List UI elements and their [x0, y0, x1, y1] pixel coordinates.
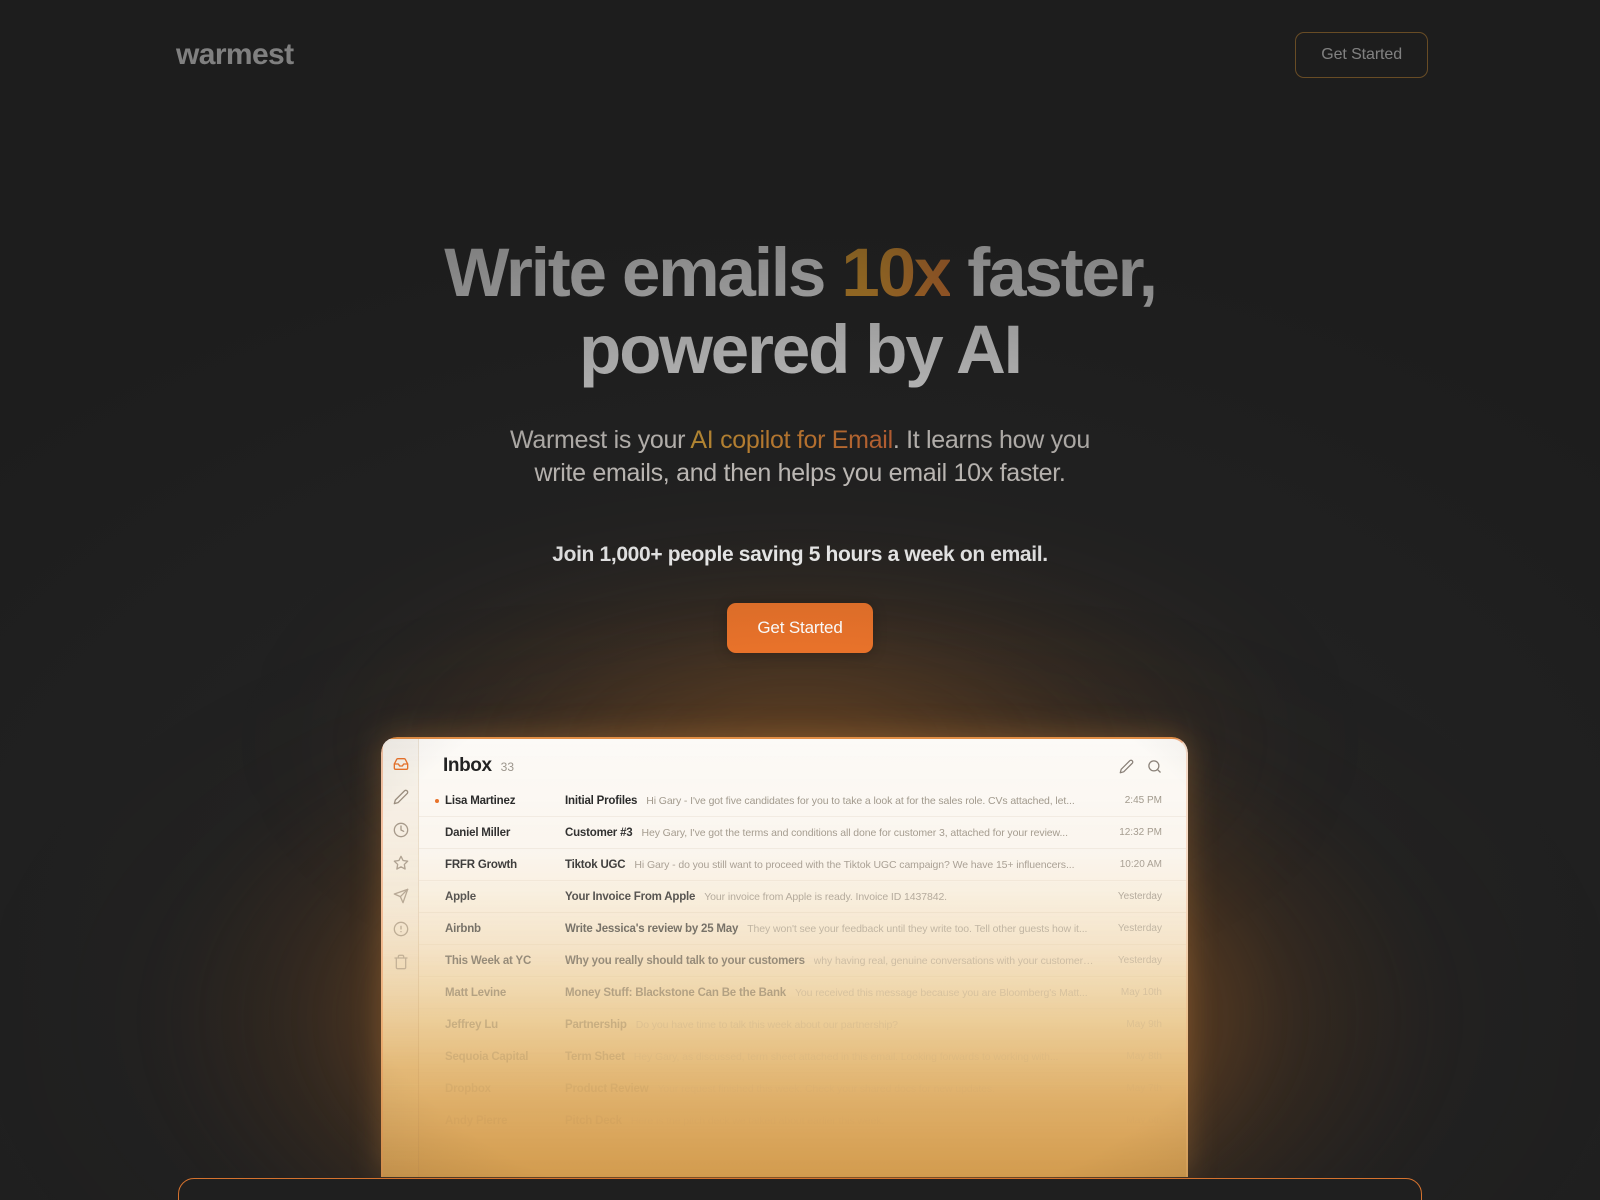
- table-row[interactable]: FRFR Growth Tiktok UGC Hi Gary - do you st…: [419, 849, 1186, 881]
- email-app-mockup: Inbox 33 Lisa Martinez Initial Profiles Hi…: [381, 737, 1188, 1177]
- email-subject: Tiktok UGC: [565, 858, 626, 871]
- email-subject: Write Jessica's review by 25 May: [565, 922, 739, 935]
- subtitle-line-2: write emails, and then helps you email 1…: [534, 459, 1066, 488]
- email-timestamp: 2:45 PM: [1124, 795, 1162, 806]
- table-row[interactable]: Dropbox Product Review Your request finish…: [419, 1073, 1186, 1105]
- email-subject: Pitch Deck: [565, 1115, 622, 1127]
- inbox-icon[interactable]: [393, 756, 409, 772]
- app-sidebar: [383, 739, 419, 1177]
- email-preview: You received this message because you ar…: [794, 986, 1088, 999]
- email-preview: They won't see your feedback until they …: [747, 922, 1088, 935]
- subtitle-part1: Warmest is your: [509, 426, 691, 455]
- email-preview: Hey Gary, I've got the terms and conditi…: [641, 826, 1068, 839]
- headline-text-part2: faster,: [950, 234, 1158, 311]
- email-list: Lisa Martinez Initial Profiles Hi Gary - I…: [419, 785, 1186, 1137]
- email-subject: Money Stuff: Blackstone Can Be the Bank: [565, 986, 786, 999]
- app-main-panel: Inbox 33 Lisa Martinez Initial Profiles Hi…: [419, 739, 1186, 1177]
- subtitle-highlight-copilot: AI copilot for Email: [690, 426, 893, 455]
- site-header: warmest Get Started: [0, 0, 1600, 110]
- table-row[interactable]: Sequoia Capital Term Sheet Hey Gary, as di…: [419, 1041, 1186, 1073]
- app-topbar: Inbox 33: [419, 739, 1186, 777]
- table-row[interactable]: Andy PierrePitch Deck Here is the pitch d…: [419, 1105, 1186, 1137]
- email-sender: FRFR Growth: [445, 858, 517, 871]
- unread-dot-icon: [435, 798, 439, 803]
- email-timestamp: 10:20 AM: [1119, 859, 1162, 870]
- email-timestamp: Yesterday: [1117, 955, 1162, 966]
- email-timestamp: May 9th: [1126, 1019, 1162, 1030]
- email-timestamp: 12:32 PM: [1119, 827, 1162, 838]
- email-subject: Initial Profiles: [565, 794, 638, 807]
- email-timestamp: May 7th: [1126, 1083, 1162, 1094]
- send-icon[interactable]: [393, 888, 409, 904]
- headline-text-part1: Write emails: [444, 234, 842, 311]
- email-preview: why having real, genuine conversations w…: [813, 954, 1098, 967]
- email-subject: Partnership: [565, 1018, 627, 1031]
- email-subject: Term Sheet: [565, 1050, 625, 1063]
- table-row[interactable]: Jeffrey Lu Partnership Do you have time to…: [419, 1009, 1186, 1041]
- hero-cta-wrapper: Get Started: [0, 602, 1600, 653]
- email-subject: Why you really should talk to your custo…: [565, 954, 805, 967]
- landing-page: warmest Get Started Write emails 10x fas…: [0, 0, 1600, 1200]
- page-title: Write emails 10x faster, powered by AI: [0, 234, 1600, 388]
- email-timestamp: May 8th: [1126, 1051, 1162, 1062]
- compose-pencil-icon[interactable]: [1119, 759, 1134, 774]
- pencil-icon[interactable]: [393, 789, 409, 805]
- next-section-preview: [178, 1178, 1422, 1200]
- email-sender: Sequoia Capital: [445, 1050, 529, 1063]
- subtitle-part2: . It learns how you: [892, 426, 1091, 455]
- table-row[interactable]: Daniel Miller Customer #3 Hey Gary, I've g…: [419, 817, 1186, 849]
- email-sender: This Week at YC: [445, 954, 532, 967]
- table-row[interactable]: Lisa Martinez Initial Profiles Hi Gary - I…: [419, 785, 1186, 817]
- headline-line-2: powered by AI: [579, 310, 1023, 388]
- social-proof-text: Join 1,000+ people saving 5 hours a week…: [552, 542, 1048, 566]
- email-preview: Do you have time to talk this week about…: [635, 1018, 898, 1031]
- search-icon[interactable]: [1147, 759, 1162, 774]
- email-preview: Hi Gary - I've got five candidates for y…: [646, 794, 1075, 807]
- email-timestamp: May 6th: [1098, 1115, 1162, 1126]
- table-row[interactable]: Airbnb Write Jessica's review by 25 May Th…: [419, 913, 1186, 945]
- email-sender: Matt Levine: [445, 986, 507, 999]
- header-get-started-button[interactable]: Get Started: [1295, 32, 1428, 78]
- email-timestamp: Yesterday: [1117, 923, 1162, 934]
- email-preview: Your request finished this week. Check y…: [657, 1082, 995, 1095]
- alert-circle-icon[interactable]: [393, 921, 409, 937]
- email-preview: Hi Gary - do you still want to proceed w…: [634, 858, 1075, 871]
- email-preview: Your invoice from Apple is ready. Invoic…: [704, 890, 947, 903]
- email-sender: Lisa Martinez: [445, 794, 516, 807]
- email-sender: Jeffrey Lu: [445, 1018, 498, 1031]
- email-subject: Product Review: [565, 1082, 649, 1095]
- headline-highlight-10x: 10x: [841, 234, 952, 311]
- table-row[interactable]: Apple Your Invoice From Apple Your invoice…: [419, 881, 1186, 913]
- email-sender: Dropbox: [445, 1082, 491, 1095]
- trash-icon[interactable]: [393, 954, 409, 970]
- inbox-count-badge: 33: [500, 760, 515, 774]
- hero-get-started-button[interactable]: Get Started: [727, 602, 873, 653]
- star-icon[interactable]: [393, 855, 409, 871]
- hero-subtitle: Warmest is your AI copilot for Email. It…: [0, 424, 1600, 491]
- email-timestamp: Yesterday: [1117, 891, 1162, 902]
- brand-logo[interactable]: warmest: [176, 38, 294, 72]
- email-preview: Here is the pitch deck we talked about e…: [631, 1115, 1098, 1127]
- clock-icon[interactable]: [393, 822, 409, 838]
- app-topbar-actions: [1119, 759, 1162, 774]
- unread-indicator-cell: [435, 798, 445, 803]
- email-timestamp: May 10th: [1120, 987, 1162, 998]
- email-sender: Airbnb: [445, 922, 481, 935]
- table-row[interactable]: Matt Levine Money Stuff: Blackstone Can B…: [419, 977, 1186, 1009]
- email-subject: Customer #3: [565, 826, 633, 839]
- table-row[interactable]: This Week at YC Why you really should tal…: [419, 945, 1186, 977]
- email-subject: Your Invoice From Apple: [565, 890, 696, 903]
- email-sender: Andy Pierre: [445, 1115, 565, 1127]
- email-sender: Daniel Miller: [445, 826, 511, 839]
- inbox-title-label: Inbox: [443, 755, 492, 776]
- email-sender: Apple: [445, 890, 476, 903]
- inbox-heading: Inbox 33: [443, 755, 514, 777]
- email-preview: Hey Gary, as discussed, term sheet attac…: [633, 1050, 1059, 1063]
